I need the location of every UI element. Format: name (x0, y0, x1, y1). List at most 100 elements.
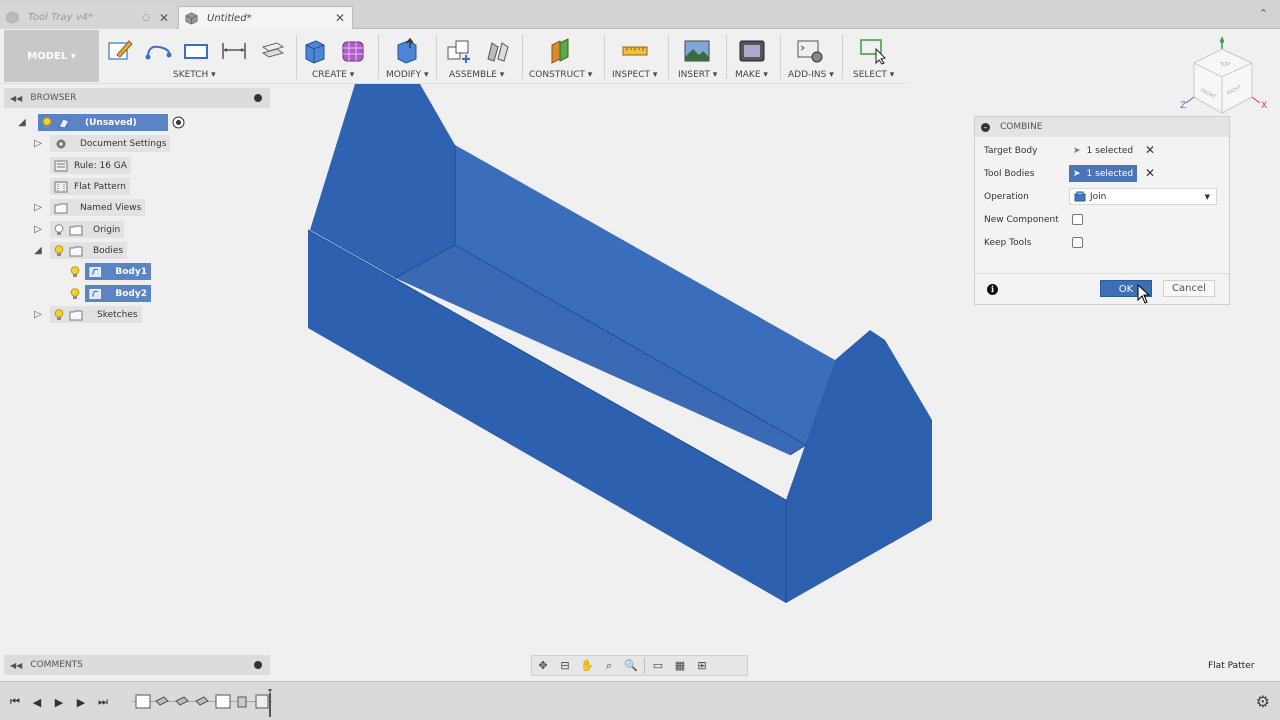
comments-panel-header[interactable]: ◀◀ COMMENTS (4, 655, 270, 675)
lightbulb-icon[interactable] (70, 287, 80, 300)
combine-dialog[interactable]: – COMBINE Target Body ➤ 1 selected ✕ Too… (974, 116, 1230, 305)
close-icon[interactable]: ✕ (158, 11, 170, 25)
extrude-icon[interactable] (300, 37, 330, 65)
rule-node[interactable]: Rule: 16 GA (50, 157, 131, 174)
tree-item-body1[interactable]: Body1 (70, 263, 151, 280)
target-body-selector[interactable]: ➤ 1 selected (1069, 142, 1137, 159)
workspace-switcher-button[interactable]: MODEL ▾ (4, 30, 99, 82)
new-component-checkbox[interactable] (1072, 214, 1083, 225)
expand-triangle-icon[interactable]: ▷ (32, 308, 44, 320)
dimension-icon[interactable] (219, 37, 249, 65)
grid-icon[interactable]: ▦ (669, 657, 691, 675)
arc-icon[interactable] (143, 37, 173, 65)
collapse-triangle-icon[interactable]: ◢ (32, 244, 44, 256)
tool-tray-model[interactable] (300, 80, 940, 610)
measure-icon[interactable] (620, 37, 650, 65)
close-icon[interactable]: ✕ (334, 11, 346, 25)
make-menu[interactable]: MAKE ▾ (735, 70, 768, 80)
viewcube[interactable]: TOP FRONT RIGHT Z X (1176, 33, 1272, 117)
insert-menu[interactable]: INSERT ▾ (678, 70, 717, 80)
collapse-icon[interactable]: ◀◀ (10, 94, 22, 103)
create-menu[interactable]: CREATE ▾ (312, 70, 354, 80)
rectangle-icon[interactable] (181, 37, 211, 65)
lightbulb-off-icon[interactable] (54, 223, 64, 236)
sketch-menu[interactable]: SKETCH ▾ (173, 70, 216, 80)
addins-menu[interactable]: ADD-INS ▾ (788, 70, 834, 80)
pan-icon[interactable]: ✋ (576, 657, 598, 675)
expand-triangle-icon[interactable]: ▷ (32, 201, 44, 213)
gear-icon[interactable]: ⚙ (1256, 692, 1270, 711)
go-to-start-icon[interactable]: ⏮ (8, 695, 22, 709)
joint-icon[interactable] (482, 37, 512, 65)
document-settings-node[interactable]: Document Settings (50, 135, 171, 152)
look-at-icon[interactable]: ⊟ (554, 657, 576, 675)
cancel-button[interactable]: Cancel (1163, 280, 1215, 297)
insert-image-icon[interactable] (682, 37, 712, 65)
tree-item-body2[interactable]: Body2 (70, 285, 151, 302)
viewports-icon[interactable]: ⊞ (691, 657, 713, 675)
inspect-menu[interactable]: INSPECT ▾ (612, 70, 657, 80)
clear-tool-bodies-icon[interactable]: ✕ (1145, 166, 1155, 180)
zoom-icon[interactable]: ⌕ (598, 657, 620, 675)
lightbulb-icon[interactable] (54, 308, 64, 321)
tree-item-document-settings[interactable]: ▷ Document Settings (32, 135, 171, 152)
operation-select[interactable]: Join ▼ (1069, 188, 1217, 205)
display-settings-icon[interactable]: ▭ (647, 657, 669, 675)
pin-icon[interactable] (254, 94, 262, 102)
tab-untitled[interactable]: Untitled* ✕ (178, 6, 353, 29)
3d-print-icon[interactable] (737, 37, 767, 65)
collapse-dialog-icon[interactable]: – (981, 122, 990, 132)
collapse-icon[interactable]: ◀◀ (10, 661, 22, 670)
timeline-marker[interactable] (269, 693, 271, 717)
body1-node[interactable]: Body1 (85, 263, 151, 280)
step-forward-icon[interactable]: ▶ (74, 695, 88, 709)
step-back-icon[interactable]: ◀ (30, 695, 44, 709)
expand-triangle-icon[interactable]: ▷ (32, 223, 44, 235)
form-icon[interactable] (338, 37, 368, 65)
expand-triangle-icon[interactable]: ▷ (32, 137, 44, 149)
tree-item-origin[interactable]: ▷ Origin (32, 221, 125, 238)
browser-header[interactable]: ◀◀ BROWSER (4, 88, 270, 108)
collapse-triangle-icon[interactable]: ◢ (16, 116, 28, 128)
press-pull-icon[interactable] (392, 37, 422, 65)
scripts-addins-icon[interactable] (795, 37, 825, 65)
play-icon[interactable]: ▶ (52, 695, 66, 709)
create-sketch-icon[interactable] (105, 37, 135, 65)
pin-icon[interactable] (254, 661, 262, 669)
lightbulb-icon[interactable] (70, 265, 80, 278)
sketches-node[interactable]: Sketches (50, 306, 142, 323)
construct-menu[interactable]: CONSTRUCT ▾ (529, 70, 592, 80)
origin-node[interactable]: Origin (50, 221, 125, 238)
dialog-header[interactable]: – COMBINE (975, 117, 1229, 137)
root-component-node[interactable]: (Unsaved) (38, 114, 168, 131)
activate-radio-icon[interactable] (172, 116, 185, 129)
tree-item-named-views[interactable]: ▷ Named Views (32, 199, 146, 216)
keep-tools-checkbox[interactable] (1072, 237, 1083, 248)
body2-node[interactable]: Body2 (85, 285, 151, 302)
select-icon[interactable] (858, 37, 888, 65)
offset-plane-icon[interactable] (546, 37, 576, 65)
tree-item-sketches[interactable]: ▷ Sketches (32, 306, 142, 323)
stop-sketch-icon[interactable] (257, 37, 287, 65)
lightbulb-icon[interactable] (42, 116, 52, 129)
tool-bodies-selector[interactable]: ➤ 1 selected (1069, 165, 1137, 182)
select-menu[interactable]: SELECT ▾ (853, 70, 894, 80)
orbit-icon[interactable]: ✥ (532, 657, 554, 675)
assemble-menu[interactable]: ASSEMBLE ▾ (449, 70, 504, 80)
modify-menu[interactable]: MODIFY ▾ (386, 70, 429, 80)
new-component-icon[interactable] (444, 37, 474, 65)
tab-tool-tray[interactable]: Tool Tray v4* ○ ✕ (0, 6, 176, 29)
zoom-window-icon[interactable]: 🔍 (620, 657, 642, 675)
tree-root[interactable]: ◢ (Unsaved) (16, 114, 185, 131)
lightbulb-icon[interactable] (54, 244, 64, 257)
clear-target-body-icon[interactable]: ✕ (1145, 143, 1155, 157)
tree-item-flat-pattern[interactable]: Flat Pattern (50, 178, 130, 195)
named-views-node[interactable]: Named Views (50, 199, 146, 216)
tree-item-bodies[interactable]: ◢ Bodies (32, 242, 128, 259)
flat-pattern-node[interactable]: Flat Pattern (50, 178, 130, 195)
info-icon[interactable]: i (987, 284, 998, 295)
chevron-up-icon[interactable]: ⌃ (1259, 7, 1268, 20)
timeline-features[interactable] (132, 689, 272, 717)
tree-item-rule[interactable]: Rule: 16 GA (50, 157, 131, 174)
go-to-end-icon[interactable]: ⏭ (96, 695, 110, 709)
